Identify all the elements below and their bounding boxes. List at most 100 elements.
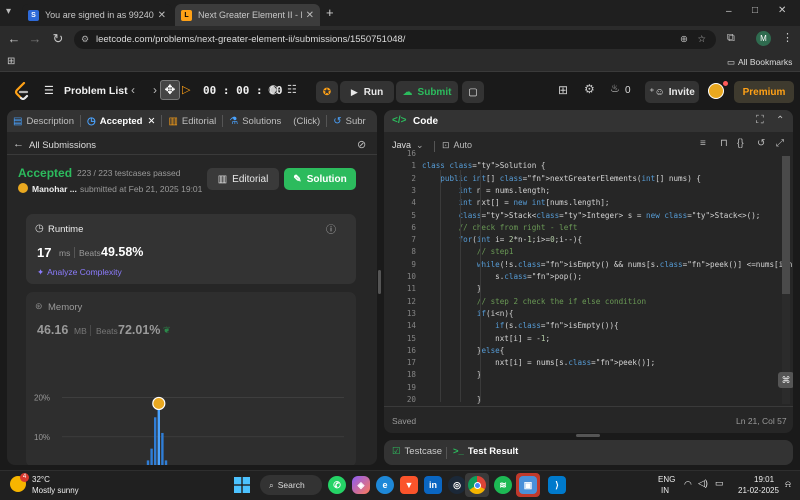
tab-editorial[interactable]: ▥ Editorial (162, 110, 222, 132)
maximize-button[interactable]: □ (752, 5, 758, 16)
weather-temp[interactable]: 32°C (32, 475, 50, 484)
tab-accepted[interactable]: ◷ Accepted ✕ (81, 110, 161, 132)
tab-search-icon[interactable]: ▾ (6, 6, 11, 17)
weather-desc[interactable]: Mostly sunny (32, 486, 79, 495)
zoom-icon[interactable]: ⊕ (680, 30, 688, 49)
code-line[interactable]: 8 // step1 (384, 246, 779, 258)
editor-floating-button[interactable]: ⌘ (778, 372, 793, 388)
minimize-button[interactable]: – (726, 6, 732, 17)
panel-resize-handle[interactable] (378, 270, 381, 294)
code-line[interactable]: 20 } (384, 394, 779, 406)
collapse-panel-icon[interactable]: ⌃ (776, 115, 784, 126)
eye-icon[interactable]: ◉ (268, 82, 278, 96)
chart-bar[interactable] (161, 432, 164, 465)
all-bookmarks-folder[interactable]: ▭ All Bookmarks (727, 57, 792, 68)
copilot-icon[interactable]: ◈ (352, 476, 370, 494)
new-tab-button[interactable]: + (326, 5, 334, 20)
leetcode-logo-icon[interactable] (14, 81, 30, 101)
taskbar-search[interactable]: ⌕ Search (260, 475, 322, 495)
clock-date[interactable]: 21-02-2025 (738, 486, 779, 495)
premium-button[interactable]: Premium (734, 81, 794, 103)
app-window-icon[interactable]: ▣ (519, 476, 537, 494)
notes-button[interactable]: ▢ (462, 81, 484, 103)
code-line[interactable]: 5 class="ty">Stack<class="ty">Integer> s… (384, 210, 779, 222)
submitter-name[interactable]: Manohar ... (32, 184, 77, 194)
back-arrow-icon[interactable]: ← (6, 31, 22, 47)
run-button[interactable]: ▶ Run (340, 81, 394, 103)
editorial-button[interactable]: ▥ Editorial (207, 168, 279, 190)
code-line[interactable]: 14 if(s.class="fn">isEmpty()){ (384, 320, 779, 332)
code-line[interactable]: 3 int n = nums.length; (384, 185, 779, 197)
tab-submissions[interactable]: ↺ Subr (327, 110, 371, 132)
debug-button[interactable]: ✪ (316, 81, 338, 103)
layout-grid-icon[interactable]: ⊞ (558, 83, 568, 97)
timer-play-icon[interactable]: ▷ (182, 83, 190, 96)
address-bar[interactable]: ⚙ leetcode.com/problems/next-greater-ele… (74, 30, 716, 49)
brave-icon[interactable]: ▼ (400, 476, 418, 494)
code-line[interactable]: 13 if(i<n){ (384, 308, 779, 320)
code-editor[interactable]: 161class class="ty">Solution {2 public i… (384, 149, 793, 416)
apps-grid-icon[interactable]: ⊞ (7, 56, 15, 67)
runtime-card[interactable]: ◷ Runtime ⓘ 17 ms Beats 49.58% ✦ Analyze … (26, 214, 356, 284)
profile-avatar[interactable]: M (756, 31, 771, 46)
chart-bar[interactable] (146, 460, 150, 465)
edge-icon[interactable]: e (376, 476, 394, 494)
browser-tab-1[interactable]: S You are signed in as 99240040 ✕ (22, 4, 172, 26)
close-window-button[interactable]: ✕ (778, 5, 786, 16)
close-tab-icon[interactable]: ✕ (158, 10, 166, 21)
code-line[interactable]: 15 nxt[i] = -1; (384, 333, 779, 345)
panel-resize-handle-horizontal[interactable] (576, 434, 600, 437)
tab-description[interactable]: ▤ Description (7, 110, 80, 132)
next-problem-icon[interactable]: › (153, 83, 157, 97)
code-line[interactable]: 12 // step 2 check the if else condition (384, 296, 779, 308)
solution-button[interactable]: ✎ Solution (284, 168, 356, 190)
chart-bar[interactable] (164, 460, 168, 465)
code-line[interactable]: 11 } (384, 283, 779, 295)
notification-bell-icon[interactable]: ⍾ (785, 479, 791, 490)
problem-list-link[interactable]: Problem List (64, 85, 128, 97)
clock-time[interactable]: 19:01 (754, 475, 774, 484)
reload-icon[interactable]: ↻ (50, 31, 66, 47)
streak-fire-icon[interactable]: ♨ (610, 82, 620, 95)
testcase-tab[interactable]: ☑ Testcase (392, 446, 442, 457)
distribution-chart[interactable]: 20% 10% (26, 362, 356, 465)
back-arrow-icon[interactable]: ← (13, 138, 24, 150)
site-info-icon[interactable]: ⚙ (81, 30, 89, 49)
wifi-icon[interactable]: ◠ (684, 479, 692, 490)
drag-move-handle-icon[interactable]: ✥ (160, 80, 180, 100)
windows-start-icon[interactable] (233, 476, 251, 494)
info-icon[interactable]: ⓘ (326, 221, 336, 236)
browser-tab-2[interactable]: L Next Greater Element II - LeetC ✕ (175, 4, 320, 26)
code-line[interactable]: 17 nxt[i] = nums[s.class="fn">peek()]; (384, 357, 779, 369)
problem-list-icon[interactable]: ☰ (44, 84, 54, 97)
invite-button[interactable]: ⁺☺ Invite (645, 81, 699, 103)
whatsapp-icon[interactable]: ✆ (328, 476, 346, 494)
analyze-complexity-link[interactable]: ✦ Analyze Complexity (37, 267, 122, 278)
code-line[interactable]: 9 while(!s.class="fn">isEmpty() && nums[… (384, 259, 793, 271)
editor-scrollbar-thumb[interactable] (782, 156, 790, 294)
prev-problem-icon[interactable]: ‹ (131, 83, 135, 97)
vscode-icon[interactable]: ⟩ (548, 476, 566, 494)
code-line[interactable]: 6 // check from right - left (384, 222, 779, 234)
battery-icon[interactable]: ▭ (715, 478, 724, 489)
maximize-panel-icon[interactable]: ⛶ (756, 114, 764, 127)
share-link-icon[interactable]: ⊘ (357, 138, 366, 151)
code-line[interactable]: 18 } (384, 369, 779, 381)
close-tab-icon[interactable]: ✕ (306, 10, 314, 21)
chrome-icon[interactable] (468, 476, 486, 494)
code-line[interactable]: 10 s.class="fn">pop(); (384, 271, 779, 283)
language-indicator-region[interactable]: IN (661, 486, 669, 495)
code-line[interactable]: 16 (384, 148, 779, 160)
forward-arrow-icon[interactable]: → (27, 31, 43, 47)
memory-card[interactable]: ⊛ Memory 46.16 MB Beats 72.01% ❦ 20% 10% (26, 292, 356, 465)
volume-icon[interactable]: ◁) (698, 478, 708, 489)
tab-click[interactable]: (Click) (287, 110, 326, 132)
extensions-icon[interactable]: ⧉ (727, 32, 735, 45)
code-line[interactable]: 16 }else{ (384, 345, 779, 357)
code-line[interactable]: 7 for(int i= 2*n-1;i>=0;i--){ (384, 234, 779, 246)
all-submissions-link[interactable]: All Submissions (29, 140, 96, 151)
settings-sliders-icon[interactable]: ☷ (287, 83, 297, 96)
code-line[interactable]: 1 class class="ty">Solution { (384, 160, 779, 172)
submit-button[interactable]: ☁ Submit (396, 81, 458, 103)
chart-bar[interactable] (157, 409, 160, 465)
